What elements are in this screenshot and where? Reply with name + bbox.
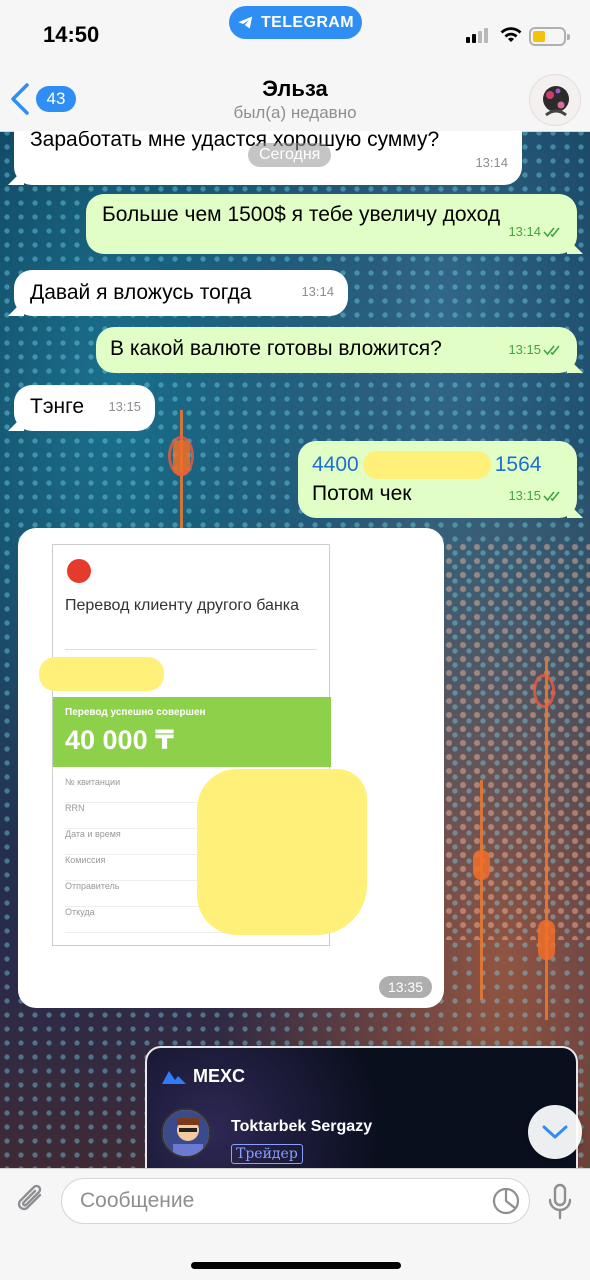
signal-icon (466, 28, 488, 43)
message-text: Потом чек (312, 482, 412, 505)
paperclip-icon[interactable] (14, 1181, 48, 1219)
wifi-icon (500, 27, 522, 42)
message-outgoing[interactable]: 4400 1564 Потом чек 13:15 (298, 441, 577, 518)
double-check-icon (543, 227, 560, 238)
double-check-icon (543, 491, 560, 502)
redaction-mark (197, 769, 367, 935)
message-outgoing[interactable]: В какой валюте готовы вложится? 13:15 (96, 327, 577, 373)
receipt-status: Перевод успешно совершен (65, 707, 206, 718)
chevron-down-icon (542, 1125, 568, 1139)
receipt-status-banner: Перевод успешно совершен 40 000 ₸ (53, 697, 331, 767)
message-time: 13:15 (508, 483, 563, 509)
message-time: 13:14 (508, 219, 563, 245)
contact-name[interactable]: Эльза (0, 76, 590, 102)
receipt-image: Перевод клиенту другого банка Перевод ус… (39, 544, 367, 946)
receipt-amount: 40 000 ₸ (65, 725, 174, 755)
photo-time: 13:35 (378, 976, 432, 998)
date-separator: Сегодня (248, 143, 332, 167)
message-text: В какой валюте готовы вложится? (110, 337, 442, 360)
trader-role-badge: Трейдер (231, 1144, 303, 1164)
contact-avatar[interactable] (529, 74, 581, 126)
message-text: Заработать мне удастся хорошую сумму? (30, 131, 440, 151)
message-time: 13:15 (508, 337, 563, 363)
chat-header: 43 Эльза был(а) недавно (0, 60, 590, 132)
redaction-mark (39, 657, 164, 691)
trader-avatar (161, 1108, 211, 1158)
message-time: 13:14 (301, 284, 334, 299)
bank-logo-icon (67, 559, 91, 583)
message-text: Тэнге (30, 395, 85, 418)
photo-message[interactable]: Перевод клиенту другого банка Перевод ус… (18, 528, 444, 1008)
mexc-brand: MEXC (161, 1066, 245, 1087)
battery-icon (529, 27, 570, 46)
message-text: Больше чем 1500$ я тебе увеличу доход (102, 203, 501, 226)
home-indicator[interactable] (191, 1262, 401, 1269)
redaction-mark (362, 451, 491, 479)
telegram-icon (238, 16, 253, 29)
message-time: 13:15 (108, 399, 141, 414)
message-incoming[interactable]: Тэнге 13:15 (14, 385, 155, 431)
message-incoming[interactable]: Давай я вложусь тогда 13:14 (14, 270, 348, 316)
telegram-pill-label: TELEGRAM (261, 13, 354, 31)
message-list[interactable]: Заработать мне удастся хорошую сумму? 13… (0, 131, 590, 1168)
trader-name: Toktarbek Sergazy (231, 1118, 373, 1135)
card-number-end[interactable]: 1564 (495, 452, 542, 478)
message-time: 13:14 (475, 155, 508, 170)
message-input[interactable]: Сообщение (61, 1178, 530, 1224)
double-check-icon (543, 345, 560, 356)
message-outgoing[interactable]: Больше чем 1500$ я тебе увеличу доход 13… (86, 194, 577, 254)
receipt-title: Перевод клиенту другого банка (65, 597, 300, 614)
contact-status: был(а) недавно (233, 103, 357, 122)
card-number-start[interactable]: 4400 (312, 452, 359, 478)
microphone-icon[interactable] (546, 1183, 574, 1221)
telegram-pill[interactable]: TELEGRAM (229, 6, 362, 39)
status-bar: 14:50 TELEGRAM (0, 0, 590, 60)
scroll-to-bottom-button[interactable] (528, 1105, 582, 1159)
status-time: 14:50 (43, 22, 100, 47)
mexc-shared-card[interactable]: MEXC Toktarbek Sergazy Трейдер (145, 1046, 578, 1168)
card-number-line: 4400 1564 (312, 451, 541, 479)
message-text: Давай я вложусь тогда (30, 281, 252, 304)
sticker-icon[interactable] (491, 1186, 521, 1216)
mexc-logo-icon (162, 1070, 186, 1084)
